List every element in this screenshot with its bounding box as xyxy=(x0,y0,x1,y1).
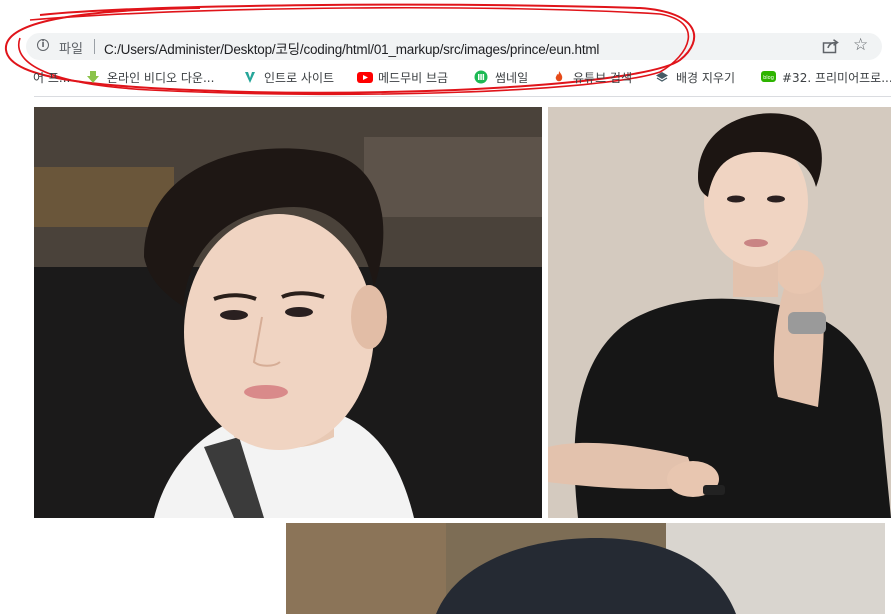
portrait-partial-image xyxy=(286,523,885,614)
bookmark-label: 어 프... xyxy=(33,70,71,85)
bookmark-item[interactable]: 인트로 사이트 xyxy=(243,66,334,88)
bookmark-item[interactable]: 온라인 비디오 다운... xyxy=(86,66,214,88)
blog-icon: blog xyxy=(761,70,776,84)
download-arrow-icon xyxy=(86,70,100,84)
bookmark-label: 인트로 사이트 xyxy=(264,70,335,85)
omnibox-separator xyxy=(94,39,95,54)
svg-text:blog: blog xyxy=(763,75,774,81)
bookmark-label: 메드무비 브금 xyxy=(378,70,449,85)
bookmark-item[interactable]: 메드무비 브금 xyxy=(357,66,448,88)
bookmark-item[interactable]: 어 프... xyxy=(33,66,70,88)
url-text[interactable]: C:/Users/Administer/Desktop/코딩/coding/ht… xyxy=(104,38,599,58)
bookmark-label: 썸네일 xyxy=(495,70,529,85)
green-circle-icon xyxy=(474,70,488,84)
youtube-icon xyxy=(357,70,373,84)
portrait-black-tshirt-image xyxy=(548,107,891,518)
bookmark-label: 유튜브 검색 xyxy=(573,70,633,85)
bookmarks-bar: 어 프... 온라인 비디오 다운... 인트로 사이트 메드무비 브금 썸네일… xyxy=(0,66,891,88)
v-logo-icon xyxy=(243,70,257,84)
star-icon[interactable]: ☆ xyxy=(853,36,868,54)
flame-icon xyxy=(552,70,566,84)
info-icon[interactable]: i xyxy=(37,39,49,51)
bookmark-item[interactable]: 썸네일 xyxy=(474,66,528,88)
bookmark-label: #32. 프리미어프로... xyxy=(782,70,891,85)
bookmark-item[interactable]: 배경 지우기 xyxy=(655,66,735,88)
layers-icon xyxy=(655,70,669,84)
bookmarks-divider xyxy=(34,96,891,97)
bookmark-item[interactable]: blog #32. 프리미어프로... xyxy=(761,66,891,88)
share-icon[interactable] xyxy=(822,38,840,54)
portrait-closeup-image xyxy=(34,107,542,518)
bookmark-label: 배경 지우기 xyxy=(676,70,736,85)
scheme-label: 파일 xyxy=(59,42,83,57)
bookmark-item[interactable]: 유튜브 검색 xyxy=(552,66,632,88)
bookmark-label: 온라인 비디오 다운... xyxy=(107,70,215,85)
